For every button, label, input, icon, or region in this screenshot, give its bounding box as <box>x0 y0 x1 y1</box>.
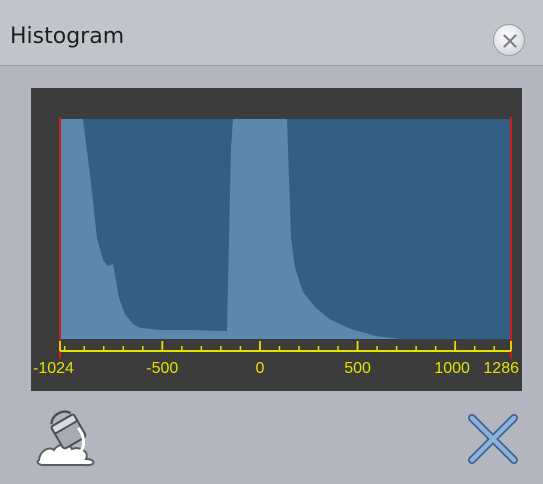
axis-tick-label: 1000 <box>434 360 470 377</box>
paint-bucket-icon <box>36 410 95 467</box>
axis-tick-label: 1286 <box>483 360 519 377</box>
histogram-panel[interactable]: -1024 -500 0 500 1000 1286 <box>31 88 522 391</box>
title-bar: Histogram <box>0 0 543 66</box>
axis-tick-label: -1024 <box>33 360 74 377</box>
clear-button[interactable] <box>466 412 520 471</box>
axis-tick-label: 500 <box>344 360 371 377</box>
axis-tick-label: 0 <box>255 360 264 377</box>
x-clear-icon <box>468 414 518 464</box>
close-button[interactable] <box>493 24 525 56</box>
window-title: Histogram <box>10 24 125 49</box>
close-icon <box>503 34 517 48</box>
axis-tick-label: -500 <box>146 360 178 377</box>
x-axis: -1024 -500 0 500 1000 1286 <box>33 341 519 377</box>
paint-bucket-button[interactable] <box>36 406 104 473</box>
histogram-plot[interactable]: -1024 -500 0 500 1000 1286 <box>31 88 522 391</box>
